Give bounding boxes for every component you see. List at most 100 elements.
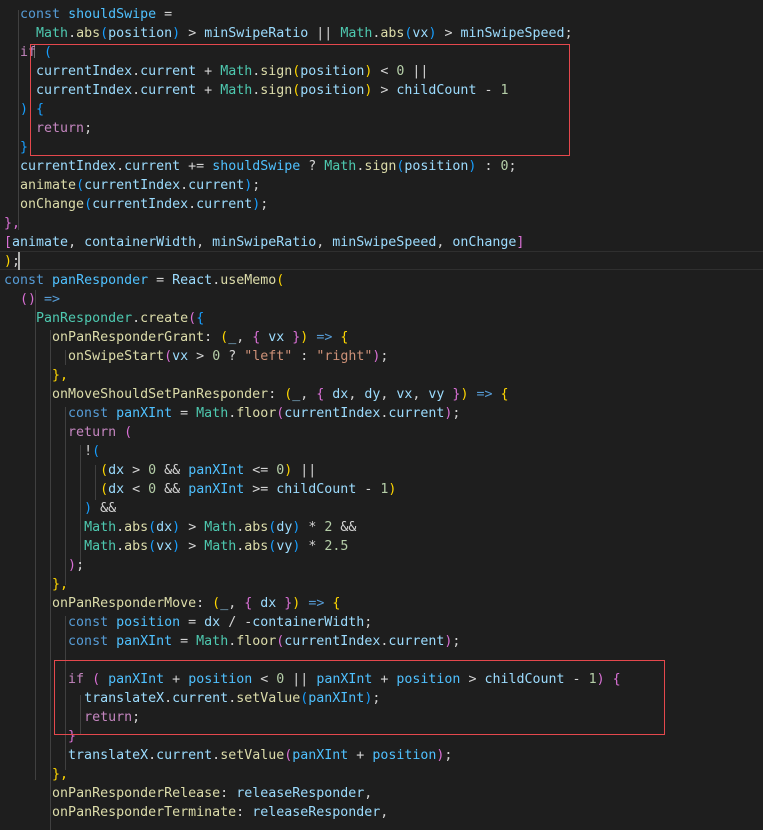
code-token: (: [212, 596, 221, 611]
code-token: (: [76, 178, 85, 193]
code-token: releaseResponder: [252, 805, 381, 820]
code-token: current: [388, 406, 445, 421]
code-token: =>: [476, 387, 493, 402]
code-line[interactable]: },: [4, 575, 68, 594]
code-line[interactable]: const panResponder = React.useMemo(: [4, 271, 284, 290]
code-token: +=: [180, 159, 213, 174]
code-line[interactable]: ) &&: [4, 499, 116, 518]
code-line[interactable]: onPanResponderMove: (_, { dx }) => {: [4, 594, 340, 613]
code-line[interactable]: (dx < 0 && panXInt >= childCount - 1): [4, 480, 396, 499]
code-token: ,: [300, 387, 317, 402]
code-token: ?: [220, 349, 245, 364]
code-line[interactable]: const position = dx / -containerWidth;: [4, 613, 372, 632]
code-token: ?: [300, 159, 325, 174]
code-line[interactable]: [animate, containerWidth, minSwipeRatio,…: [4, 233, 524, 252]
code-line[interactable]: onMoveShouldSetPanResponder: (_, { dx, d…: [4, 385, 508, 404]
code-token: dy: [364, 387, 381, 402]
code-token: panXInt: [116, 406, 173, 421]
code-token: vx: [156, 539, 173, 554]
code-line[interactable]: Math.abs(position) > minSwipeRatio || Ma…: [4, 24, 573, 43]
code-line[interactable]: () =>: [4, 290, 60, 309]
code-token: current: [388, 634, 445, 649]
code-token: =>: [308, 596, 325, 611]
code-line[interactable]: onPanResponderGrant: (_, { vx }) => {: [4, 328, 348, 347]
code-line[interactable]: );: [4, 556, 84, 575]
code-token: ,: [380, 387, 397, 402]
code-line[interactable]: const panXInt = Math.floor(currentIndex.…: [4, 404, 460, 423]
code-token: ;: [252, 178, 261, 193]
code-token: floor: [236, 634, 277, 649]
code-token: ;: [444, 748, 453, 763]
code-line[interactable]: PanResponder.create({: [4, 309, 204, 328]
code-line[interactable]: return (: [4, 423, 132, 442]
code-token: =>: [316, 330, 333, 345]
code-token: dx: [204, 615, 221, 630]
code-line[interactable]: onSwipeStart(vx > 0 ? "left" : "right");: [4, 347, 388, 366]
code-token: sign: [364, 159, 397, 174]
code-token: onSwipeStart: [68, 349, 165, 364]
code-token: =: [172, 406, 197, 421]
code-line[interactable]: Math.abs(dx) > Math.abs(dy) * 2 &&: [4, 518, 356, 537]
code-line[interactable]: },: [4, 366, 68, 385]
code-token: onPanResponderMove: [52, 596, 197, 611]
code-line[interactable]: (dx > 0 && panXInt <= 0) ||: [4, 461, 316, 480]
code-token: }: [20, 140, 29, 155]
code-token: 0: [148, 463, 157, 478]
code-token: minSwipeSpeed: [332, 235, 437, 250]
code-token: ,: [348, 387, 365, 402]
code-token: _: [220, 596, 229, 611]
code-token: containerWidth: [252, 615, 365, 630]
code-token: useMemo: [220, 273, 277, 288]
code-line[interactable]: onChange(currentIndex.current);: [4, 195, 268, 214]
code-token: 0: [212, 349, 221, 364]
code-line[interactable]: const panXInt = Math.floor(currentIndex.…: [4, 632, 460, 651]
code-token: ,: [68, 235, 85, 250]
code-line[interactable]: Math.abs(vx) > Math.abs(vy) * 2.5: [4, 537, 348, 556]
code-token: >: [180, 539, 205, 554]
code-token: _: [228, 330, 237, 345]
code-editor[interactable]: const shouldSwipe = Math.abs(position) >…: [0, 0, 763, 830]
code-token: (: [124, 425, 133, 440]
code-token: .: [116, 539, 125, 554]
code-line[interactable]: },: [4, 214, 20, 233]
code-token: abs: [380, 26, 405, 41]
code-token: Math: [204, 539, 237, 554]
code-token: 0: [148, 482, 157, 497]
code-line[interactable]: onPanResponderTerminate: releaseResponde…: [4, 803, 388, 822]
code-token: :: [292, 349, 317, 364]
code-token: position: [116, 615, 181, 630]
code-line[interactable]: !(: [4, 442, 100, 461]
code-token: translateX: [68, 748, 149, 763]
code-line[interactable]: },: [4, 765, 68, 784]
code-token: minSwipeSpeed: [460, 26, 565, 41]
code-token: abs: [124, 520, 149, 535]
code-token: Math: [36, 26, 69, 41]
code-line[interactable]: translateX.current.setValue(panXInt + po…: [4, 746, 452, 765]
code-token: :: [236, 805, 253, 820]
code-line[interactable]: }: [4, 138, 28, 157]
code-token: dx: [156, 520, 173, 535]
code-line[interactable]: const shouldSwipe =: [4, 5, 172, 24]
highlight-box-if-block: [54, 660, 665, 735]
code-token: ;: [76, 558, 85, 573]
code-token: currentIndex: [284, 634, 381, 649]
code-line[interactable]: animate(currentIndex.current);: [4, 176, 260, 195]
code-line[interactable]: onPanResponderRelease: releaseResponder,: [4, 784, 372, 803]
code-token: return: [68, 425, 117, 440]
code-token: (: [148, 539, 157, 554]
code-token: dx: [108, 482, 125, 497]
code-token: vy: [276, 539, 293, 554]
code-line[interactable]: currentIndex.current += shouldSwipe ? Ma…: [4, 157, 516, 176]
code-token: current: [196, 197, 253, 212]
code-token: panResponder: [52, 273, 149, 288]
code-token: ): [84, 501, 93, 516]
